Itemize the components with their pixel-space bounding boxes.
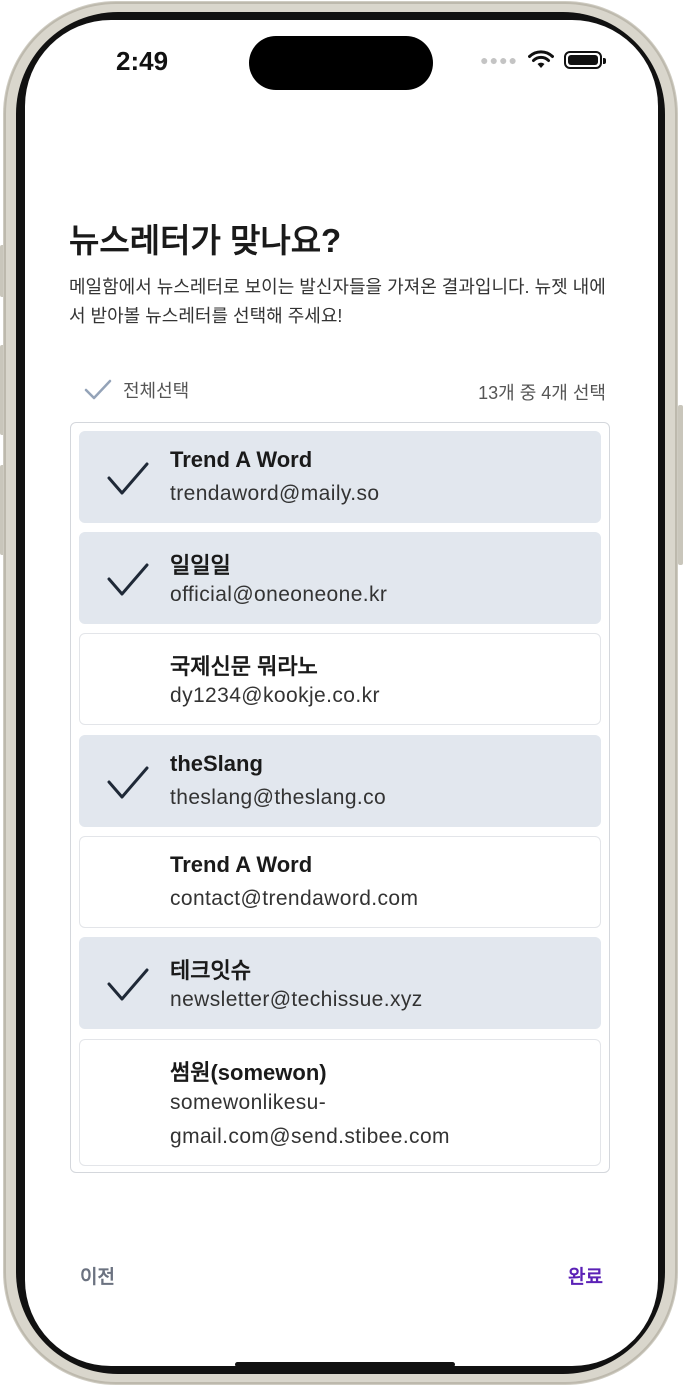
newsletter-name: theSlang (170, 751, 263, 776)
status-time: 2:49 (116, 46, 169, 76)
check-icon (107, 563, 149, 596)
check-icon (107, 766, 149, 799)
newsletter-item[interactable]: Trend A Word contact@trendaword.com (79, 836, 601, 928)
select-all-toggle[interactable]: 전체선택 (83, 377, 189, 403)
newsletter-item[interactable]: 국제신문 뭐라노 dy1234@kookje.co.kr (79, 633, 601, 725)
newsletter-name: 국제신문 뭐라노 (170, 654, 318, 679)
power-button (678, 405, 683, 565)
done-button[interactable]: 완료 (568, 1262, 603, 1289)
check-icon (107, 462, 149, 495)
home-indicator (235, 1362, 455, 1366)
prev-button[interactable]: 이전 (80, 1262, 115, 1289)
selection-count: 13개 중 4개 선택 (478, 383, 606, 403)
status-icons: ●●●● (480, 50, 606, 70)
newsletter-item[interactable]: theSlang theslang@theslang.co (79, 735, 601, 827)
newsletter-email: somewonlikesu-gmail.com@send.stibee.com (170, 1091, 450, 1148)
newsletter-name: 테크잇슈 (170, 958, 251, 983)
newsletter-name: 일일일 (170, 553, 231, 578)
wifi-icon (528, 50, 554, 68)
newsletter-email: dy1234@kookje.co.kr (170, 684, 380, 707)
newsletter-name: Trend A Word (170, 852, 313, 877)
newsletter-item[interactable]: 일일일 official@oneoneone.kr (79, 532, 601, 624)
check-icon (107, 968, 149, 1001)
newsletter-email: official@oneoneone.kr (170, 583, 388, 606)
newsletter-name: Trend A Word (170, 447, 313, 472)
select-all-label: 전체선택 (123, 381, 190, 401)
newsletter-email: theslang@theslang.co (170, 786, 387, 809)
page-title: 뉴스레터가 맞나요? (69, 222, 342, 259)
cellular-signal-icon: ●●●● (480, 52, 518, 68)
battery-icon (564, 51, 606, 69)
newsletter-item[interactable]: 썸원(somewon) somewonlikesu-gmail.com@send… (79, 1039, 601, 1166)
page-description: 메일함에서 뉴스레터로 보이는 발신자들을 가져온 결과입니다. 뉴젯 내에서 … (69, 277, 606, 326)
newsletter-email: trendaword@maily.so (170, 482, 380, 505)
newsletter-email: contact@trendaword.com (170, 887, 419, 910)
newsletter-item[interactable]: Trend A Word trendaword@maily.so (79, 431, 601, 523)
newsletter-item[interactable]: 테크잇슈 newsletter@techissue.xyz (79, 937, 601, 1029)
newsletter-email: newsletter@techissue.xyz (170, 988, 423, 1011)
newsletter-name: 썸원(somewon) (170, 1060, 327, 1085)
screen: 2:49 ●●●● 뉴스레터가 맞나요? 메일함에서 뉴스레터로 보이는 발신자… (25, 20, 658, 1366)
newsletter-list: Trend A Word trendaword@maily.so 일일일 off… (70, 422, 610, 1173)
check-icon (84, 379, 112, 400)
dynamic-island (249, 36, 433, 90)
